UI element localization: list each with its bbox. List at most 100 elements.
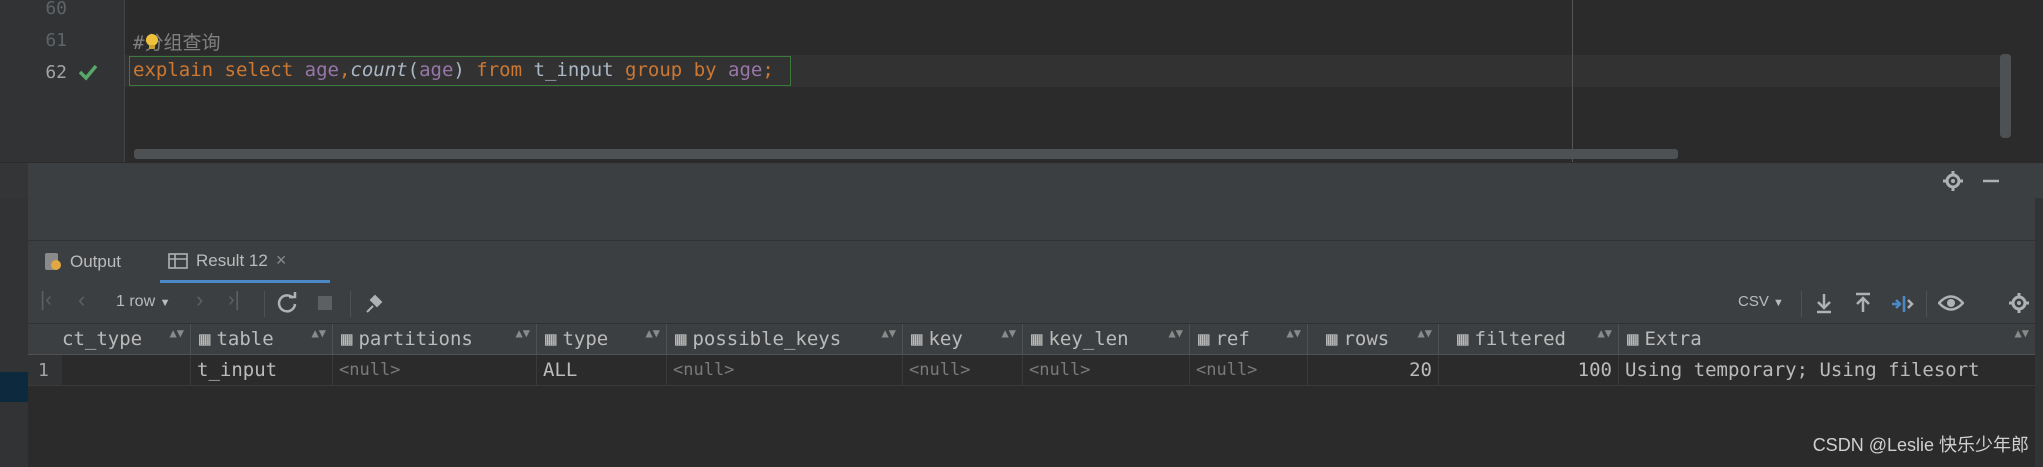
token-keyword: explain bbox=[133, 59, 214, 81]
upload-icon[interactable] bbox=[1853, 292, 1873, 314]
view-eye-icon[interactable] bbox=[1938, 294, 1964, 312]
tab-output-label: Output bbox=[70, 252, 122, 271]
toolbar-separator bbox=[350, 291, 351, 317]
table-cell[interactable]: <null> bbox=[667, 355, 903, 385]
table-icon: ▦ bbox=[1326, 328, 1338, 350]
tab-result-12[interactable]: Result 12 × bbox=[160, 241, 330, 283]
editor-horizontal-scrollbar[interactable] bbox=[134, 149, 1678, 159]
close-tab-icon[interactable]: × bbox=[276, 250, 287, 271]
token-table: t_input bbox=[533, 59, 614, 81]
column-header[interactable]: ct_type ▲▼ bbox=[28, 324, 191, 354]
next-page-icon[interactable]: › bbox=[196, 287, 203, 313]
sort-icon[interactable]: ▲▼ bbox=[646, 326, 660, 340]
token-keyword: by bbox=[693, 59, 717, 81]
table-icon: ▦ bbox=[675, 328, 687, 350]
minimize-icon[interactable] bbox=[1980, 170, 2002, 192]
intention-bulb-icon[interactable] bbox=[144, 33, 160, 51]
token-column: age bbox=[728, 59, 763, 81]
column-header[interactable]: ▦ filtered ▲▼ bbox=[1439, 324, 1619, 354]
column-header[interactable]: ▦ key_len ▲▼ bbox=[1023, 324, 1190, 354]
services-tree-strip bbox=[0, 198, 28, 467]
token-keyword: group bbox=[625, 59, 683, 81]
result-tabs: Output Result 12 × bbox=[28, 240, 2035, 284]
panel-right-strip bbox=[2035, 198, 2043, 467]
sort-icon[interactable]: ▲▼ bbox=[1418, 326, 1432, 340]
splitter-left-strip bbox=[0, 163, 28, 199]
panel-splitter[interactable] bbox=[0, 162, 2043, 199]
table-cell[interactable]: <null> bbox=[1023, 355, 1190, 385]
line-number: 61 bbox=[45, 30, 67, 51]
first-page-icon[interactable]: |‹ bbox=[40, 289, 52, 312]
token-column: age bbox=[419, 59, 454, 81]
previous-page-icon[interactable]: ‹ bbox=[78, 287, 85, 313]
chevron-down-icon: ▼ bbox=[159, 297, 171, 309]
table-cell[interactable]: 100 bbox=[1439, 355, 1619, 385]
column-header[interactable]: ▦ table ▲▼ bbox=[191, 324, 333, 354]
sql-editor[interactable]: 60 61 62 #分组查询 explain select age,count(… bbox=[0, 0, 2043, 162]
table-cell[interactable]: 20 bbox=[1308, 355, 1439, 385]
table-cell[interactable]: <null> bbox=[903, 355, 1023, 385]
tab-result-label: Result 12 bbox=[196, 250, 268, 270]
column-header[interactable]: ▦ type ▲▼ bbox=[537, 324, 667, 354]
table-cell[interactable]: Using temporary; Using filesort bbox=[1619, 355, 2035, 385]
sort-icon[interactable]: ▲▼ bbox=[1169, 326, 1183, 340]
pin-tab-icon[interactable] bbox=[363, 292, 385, 314]
export-format-selector[interactable]: CSV ▼ bbox=[1738, 293, 1784, 310]
watermark: CSDN @Leslie 快乐少年郎 bbox=[1812, 435, 2029, 455]
column-header[interactable]: ▦ key ▲▼ bbox=[903, 324, 1023, 354]
export-format-label: CSV bbox=[1738, 293, 1769, 310]
sort-icon[interactable]: ▲▼ bbox=[1598, 326, 1612, 340]
table-cell[interactable]: ALL bbox=[537, 355, 667, 385]
row-count-selector[interactable]: 1 row ▼ bbox=[116, 293, 170, 311]
last-page-icon[interactable]: ›| bbox=[228, 289, 240, 312]
grid-header-row: ct_type ▲▼ ▦ table ▲▼ ▦ partitions ▲▼ ▦ type ▲▼… bbox=[28, 324, 2035, 355]
token-punct: ( bbox=[407, 59, 420, 81]
token-punct: , bbox=[338, 59, 351, 81]
column-header[interactable]: ▦ ref ▲▼ bbox=[1190, 324, 1308, 354]
sort-icon[interactable]: ▲▼ bbox=[170, 326, 184, 340]
line-number: 60 bbox=[45, 0, 67, 19]
table-cell[interactable]: t_input bbox=[191, 355, 333, 385]
table-icon: ▦ bbox=[341, 328, 353, 350]
column-header[interactable]: ▦ partitions ▲▼ bbox=[333, 324, 537, 354]
table-icon bbox=[168, 252, 188, 269]
tab-output[interactable]: Output bbox=[44, 241, 121, 283]
editor-left-strip bbox=[0, 0, 33, 162]
services-tree-selected-item[interactable] bbox=[0, 372, 28, 402]
table-cell[interactable]: <null> bbox=[1190, 355, 1308, 385]
token-function: count bbox=[350, 59, 408, 81]
code-line-query[interactable]: explain select age,count(age) from t_inp… bbox=[133, 59, 774, 81]
result-grid[interactable]: ct_type ▲▼ ▦ table ▲▼ ▦ partitions ▲▼ ▦ type ▲▼… bbox=[28, 324, 2035, 467]
sort-icon[interactable]: ▲▼ bbox=[1287, 326, 1301, 340]
toolbar-separator bbox=[1926, 291, 1927, 317]
compare-icon[interactable] bbox=[1890, 292, 1914, 316]
table-row[interactable]: 1 t_input <null> ALL <null> <null> <null… bbox=[28, 355, 2035, 386]
settings-gear-icon[interactable] bbox=[1942, 170, 1964, 192]
grid-settings-gear-icon[interactable] bbox=[2008, 292, 2030, 314]
table-cell[interactable] bbox=[62, 355, 191, 385]
toolbar-separator bbox=[1801, 291, 1802, 317]
token-punct: ) bbox=[453, 59, 465, 81]
token-keyword: from bbox=[476, 59, 523, 81]
sort-icon[interactable]: ▲▼ bbox=[2015, 326, 2029, 340]
sort-icon[interactable]: ▲▼ bbox=[516, 326, 530, 340]
table-icon: ▦ bbox=[911, 328, 923, 350]
refresh-icon[interactable] bbox=[276, 292, 298, 314]
column-header[interactable]: ▦ Extra ▲▼ bbox=[1619, 324, 2035, 354]
column-header[interactable]: ▦ possible_keys ▲▼ bbox=[667, 324, 903, 354]
token-keyword: select bbox=[224, 59, 294, 81]
chevron-down-icon: ▼ bbox=[1773, 297, 1784, 309]
table-icon: ▦ bbox=[1457, 328, 1469, 350]
toolbar-separator bbox=[264, 291, 265, 317]
token-punct: ; bbox=[762, 59, 774, 81]
sort-icon[interactable]: ▲▼ bbox=[312, 326, 326, 340]
sort-icon[interactable]: ▲▼ bbox=[1002, 326, 1016, 340]
table-icon: ▦ bbox=[545, 328, 557, 350]
row-count-label: 1 row bbox=[116, 293, 156, 310]
download-icon[interactable] bbox=[1814, 292, 1834, 314]
sort-icon[interactable]: ▲▼ bbox=[882, 326, 896, 340]
column-header[interactable]: ▦ rows ▲▼ bbox=[1308, 324, 1439, 354]
editor-vertical-scrollbar[interactable] bbox=[2000, 54, 2011, 138]
table-cell[interactable]: <null> bbox=[333, 355, 537, 385]
stop-icon[interactable] bbox=[318, 296, 332, 310]
